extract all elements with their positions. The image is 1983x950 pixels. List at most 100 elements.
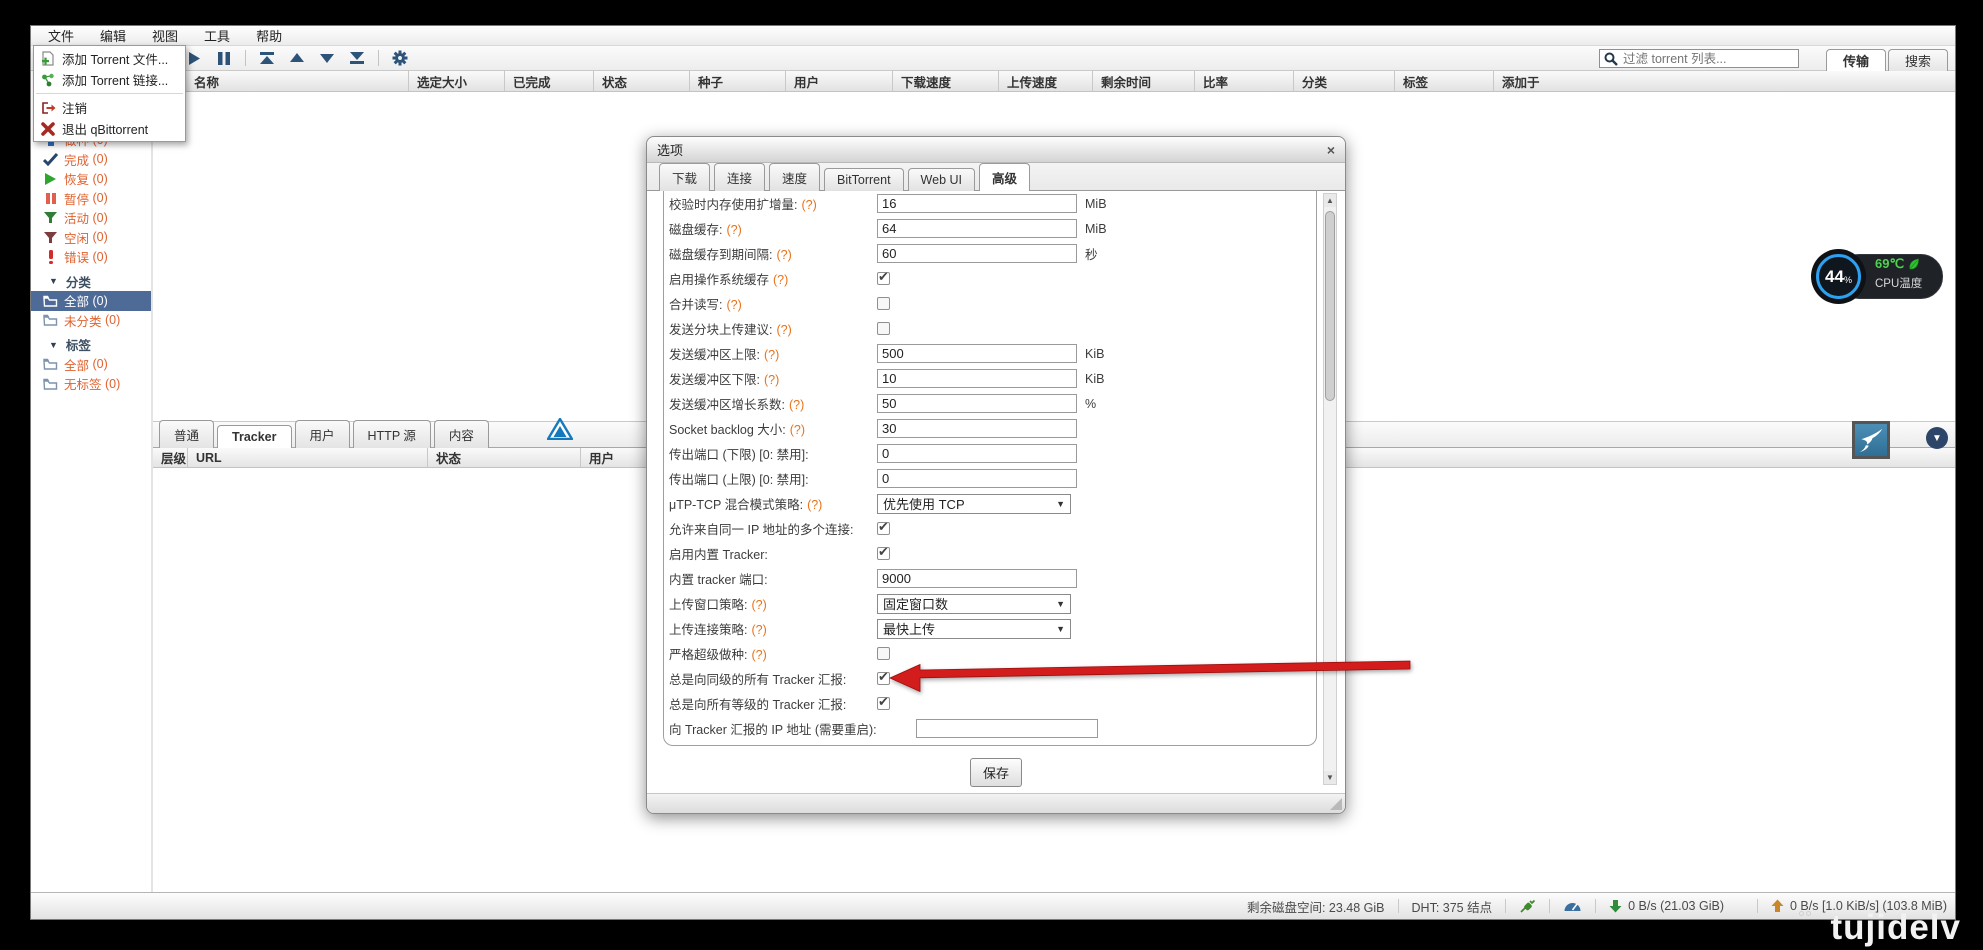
help-link[interactable]: (?) (789, 398, 804, 412)
send-buffer-factor-input[interactable] (877, 394, 1077, 413)
memory-working-set-input[interactable] (877, 194, 1077, 213)
column-name[interactable]: 名称 (186, 71, 409, 91)
options-tab-connection[interactable]: 连接 (714, 163, 765, 191)
scroll-up-icon[interactable]: ▲ (1324, 194, 1336, 207)
column-peers[interactable]: 用户 (786, 71, 893, 91)
tag-untagged[interactable]: 无标签 (0) (31, 374, 151, 394)
close-icon[interactable]: × (1327, 143, 1335, 157)
column-size[interactable]: 选定大小 (409, 71, 505, 91)
categories-header[interactable]: ▼ 分类 (31, 272, 151, 292)
tab-peers[interactable]: 用户 (295, 420, 350, 448)
coalesce-rw-checkbox[interactable] (877, 297, 890, 310)
menu-tools[interactable]: 工具 (191, 25, 243, 46)
column-category[interactable]: 分类 (1294, 71, 1395, 91)
tab-transfers[interactable]: 传输 (1826, 49, 1886, 71)
utp-tcp-policy-select[interactable]: 优先使用 TCP▼ (877, 494, 1071, 514)
category-all[interactable]: 全部 (0) (31, 291, 151, 311)
menu-view[interactable]: 视图 (139, 25, 191, 46)
save-button[interactable]: 保存 (970, 758, 1022, 787)
tracker-column-status[interactable]: 状态 (428, 448, 581, 467)
tab-general[interactable]: 普通 (159, 420, 214, 448)
outgoing-port-min-input[interactable] (877, 444, 1077, 463)
column-down-speed[interactable]: 下载速度 (893, 71, 999, 91)
menu-item-logout[interactable]: 注销 (34, 97, 185, 118)
upload-choking-algorithm-select[interactable]: 最快上传▼ (877, 619, 1071, 639)
column-done[interactable]: 已完成 (505, 71, 594, 91)
tag-all[interactable]: 全部 (0) (31, 355, 151, 375)
settings-gear-icon[interactable] (385, 48, 415, 69)
tab-search[interactable]: 搜索 (1888, 49, 1948, 71)
help-link[interactable]: (?) (751, 623, 766, 637)
tracker-column-tier[interactable]: 层级 (153, 448, 188, 467)
socket-backlog-input[interactable] (877, 419, 1077, 438)
embedded-tracker-checkbox[interactable] (877, 547, 890, 560)
send-buffer-watermark-input[interactable] (877, 344, 1077, 363)
multi-connections-per-ip-checkbox[interactable] (877, 522, 890, 535)
help-link[interactable]: (?) (751, 648, 766, 662)
column-seeds[interactable]: 种子 (690, 71, 786, 91)
announce-ip-input[interactable] (916, 719, 1098, 738)
scroll-down-icon[interactable]: ▼ (1324, 771, 1336, 784)
menu-file[interactable]: 文件 (35, 25, 87, 46)
decrease-priority-icon[interactable] (312, 48, 342, 69)
resize-grip[interactable] (1330, 798, 1342, 810)
help-link[interactable]: (?) (801, 198, 816, 212)
announce-to-all-trackers-checkbox[interactable] (877, 672, 890, 685)
menu-item-exit[interactable]: 退出 qBittorrent (34, 118, 185, 139)
options-tab-downloads[interactable]: 下载 (659, 163, 710, 191)
strict-super-seeding-checkbox[interactable] (877, 647, 890, 660)
menu-help[interactable]: 帮助 (243, 25, 295, 46)
pause-icon[interactable] (209, 48, 239, 69)
sidebar-item-inactive[interactable]: 空闲 (0) (31, 228, 151, 248)
plug-icon[interactable] (1519, 899, 1536, 914)
filter-input[interactable] (1623, 52, 1794, 66)
help-link[interactable]: (?) (764, 373, 779, 387)
help-link[interactable]: (?) (726, 298, 741, 312)
scrollbar-thumb[interactable] (1325, 211, 1335, 401)
send-buffer-low-watermark-input[interactable] (877, 369, 1077, 388)
tracker-column-url[interactable]: URL (188, 448, 428, 467)
top-priority-icon[interactable] (252, 48, 282, 69)
sidebar-item-paused[interactable]: 暂停 (0) (31, 189, 151, 209)
column-added-on[interactable]: 添加于 (1494, 71, 1955, 91)
help-link[interactable]: (?) (776, 248, 791, 262)
dialog-scrollbar[interactable]: ▲ ▼ (1323, 193, 1337, 785)
sidebar-item-resumed[interactable]: 恢复 (0) (31, 169, 151, 189)
menu-item-add-torrent-link[interactable]: 添加 Torrent 链接... (34, 69, 185, 90)
help-link[interactable]: (?) (790, 423, 805, 437)
upload-slots-behavior-select[interactable]: 固定窗口数▼ (877, 594, 1071, 614)
outgoing-port-max-input[interactable] (877, 469, 1077, 488)
sidebar-item-errored[interactable]: 错误 (0) (31, 247, 151, 267)
tab-trackers[interactable]: Tracker (217, 425, 291, 448)
menu-edit[interactable]: 编辑 (87, 25, 139, 46)
announce-to-all-tiers-checkbox[interactable] (877, 697, 890, 710)
piece-suggestions-checkbox[interactable] (877, 322, 890, 335)
options-tab-webui[interactable]: Web UI (908, 168, 975, 191)
embedded-tracker-port-input[interactable] (877, 569, 1077, 588)
menu-item-add-torrent-file[interactable]: 添加 Torrent 文件... (34, 48, 185, 69)
sidebar-item-active[interactable]: 活动 (0) (31, 208, 151, 228)
increase-priority-icon[interactable] (282, 48, 312, 69)
column-status[interactable]: 状态 (594, 71, 690, 91)
swallow-extension-icon[interactable] (1852, 421, 1890, 459)
options-tab-advanced[interactable]: 高级 (979, 163, 1030, 191)
disk-cache-expiry-input[interactable] (877, 244, 1077, 263)
dialog-titlebar[interactable]: 选项 × (647, 137, 1345, 163)
help-link[interactable]: (?) (773, 273, 788, 287)
help-link[interactable]: (?) (751, 598, 766, 612)
tab-content[interactable]: 内容 (434, 420, 489, 448)
help-link[interactable]: (?) (726, 223, 741, 237)
options-tab-speed[interactable]: 速度 (769, 163, 820, 191)
column-tags[interactable]: 标签 (1395, 71, 1494, 91)
help-link[interactable]: (?) (776, 323, 791, 337)
help-link[interactable]: (?) (807, 498, 822, 512)
help-link[interactable]: (?) (764, 348, 779, 362)
tab-http-sources[interactable]: HTTP 源 (353, 420, 431, 448)
disk-cache-input[interactable] (877, 219, 1077, 238)
options-tab-bittorrent[interactable]: BitTorrent (824, 168, 904, 191)
column-eta[interactable]: 剩余时间 (1093, 71, 1195, 91)
collapse-panel-chevron-icon[interactable]: ▼ (1926, 427, 1948, 449)
category-uncategorized[interactable]: 未分类 (0) (31, 311, 151, 331)
bottom-priority-icon[interactable] (342, 48, 372, 69)
column-ratio[interactable]: 比率 (1195, 71, 1294, 91)
